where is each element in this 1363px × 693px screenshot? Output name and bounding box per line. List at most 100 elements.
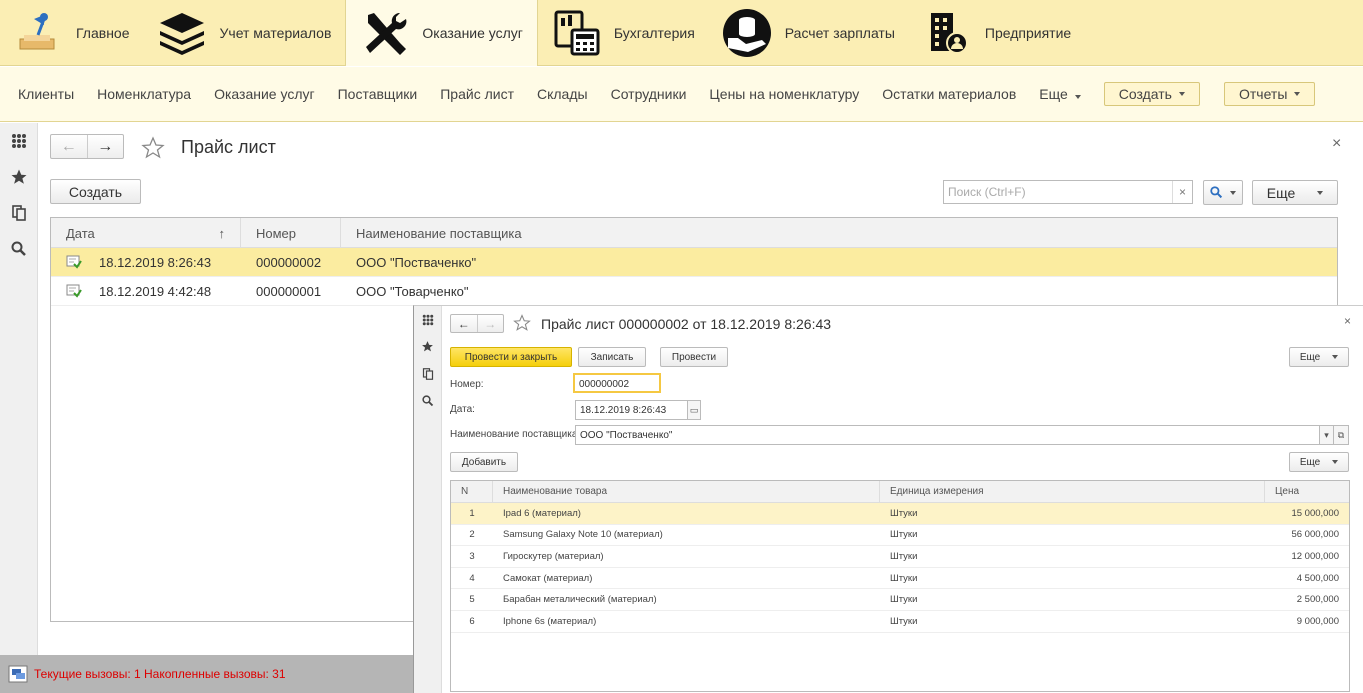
func-more-menu[interactable]: Еще: [1039, 86, 1081, 102]
table-row[interactable]: 4 Самокат (материал) Штуки 4 500,000: [451, 568, 1349, 590]
func-link-employees[interactable]: Сотрудники: [611, 86, 687, 102]
cell-n: 5: [469, 594, 475, 606]
column-header-price[interactable]: Цена: [1265, 481, 1349, 502]
status-text: Текущие вызовы: 1 Накопленные вызовы: 31: [34, 667, 286, 681]
cell-name: Гироскутер (материал): [503, 550, 604, 562]
document-tools-strip: [414, 306, 442, 693]
favorites-star-icon[interactable]: [0, 159, 37, 195]
row-number: 000000001: [256, 283, 322, 299]
section-label: Предприятие: [984, 25, 1072, 41]
table-row[interactable]: 18.12.2019 4:42:48 000000001 ООО "Товарч…: [51, 277, 1337, 306]
close-icon[interactable]: ×: [1344, 314, 1351, 328]
column-header-name[interactable]: Наименование товара: [493, 481, 880, 502]
forward-arrow-icon[interactable]: →: [476, 315, 504, 332]
number-label: Номер:: [450, 379, 484, 390]
back-arrow-icon[interactable]: ←: [451, 315, 477, 332]
search-icon[interactable]: [414, 387, 441, 414]
column-header-supplier[interactable]: Наименование поставщика: [341, 218, 1337, 247]
section-label: Учет материалов: [219, 25, 332, 41]
goods-table: N Наименование товара Единица измерения …: [450, 480, 1350, 692]
search-icon[interactable]: [0, 231, 37, 267]
save-button[interactable]: Записать: [578, 347, 646, 367]
open-link-icon[interactable]: ⧉: [1333, 425, 1349, 445]
cell-n: 3: [469, 550, 475, 562]
post-and-close-button[interactable]: Провести и закрыть: [450, 347, 572, 367]
section-payroll[interactable]: Расчет зарплаты: [709, 0, 909, 66]
create-button[interactable]: Создать: [50, 179, 141, 204]
section-enterprise[interactable]: Предприятие: [909, 0, 1085, 66]
chevron-down-icon: [1317, 190, 1324, 195]
posted-document-icon: [66, 284, 82, 298]
supplier-field[interactable]: ООО "Постваченко": [575, 425, 1320, 445]
chevron-down-icon: [1294, 92, 1301, 96]
date-field[interactable]: 18.12.2019 8:26:43: [575, 400, 688, 420]
func-create-button[interactable]: Создать: [1103, 82, 1200, 106]
table-more-button[interactable]: Еще: [1289, 452, 1349, 472]
column-label: Дата: [66, 226, 95, 241]
search-input[interactable]: Поиск (Ctrl+F) ×: [943, 180, 1193, 204]
func-link-warehouses[interactable]: Склады: [537, 86, 588, 102]
post-button[interactable]: Провести: [660, 347, 728, 367]
func-link-prices[interactable]: Цены на номенклатуру: [709, 86, 859, 102]
number-field[interactable]: 000000002: [573, 373, 661, 393]
favorites-star-icon[interactable]: [414, 333, 441, 360]
cell-n: 4: [469, 572, 475, 584]
column-header-number[interactable]: Номер: [241, 218, 341, 247]
func-link-services[interactable]: Оказание услуг: [214, 86, 315, 102]
table-row[interactable]: 1 Ipad 6 (материал) Штуки 15 000,000: [451, 503, 1349, 525]
column-header-unit[interactable]: Единица измерения: [880, 481, 1265, 502]
back-arrow-icon[interactable]: ←: [51, 135, 88, 158]
section-services[interactable]: Оказание услуг: [345, 0, 538, 66]
table-row[interactable]: 18.12.2019 8:26:43 000000002 ООО "Поства…: [51, 248, 1337, 277]
history-copy-icon[interactable]: [0, 195, 37, 231]
more-button[interactable]: Еще: [1252, 180, 1338, 205]
sections-panel: Главное Учет материалов Оказание услуг Б…: [0, 0, 1363, 66]
func-link-clients[interactable]: Клиенты: [18, 86, 74, 102]
table-row[interactable]: 2 Samsung Galaxy Note 10 (материал) Штук…: [451, 525, 1349, 547]
func-reports-button[interactable]: Отчеты: [1223, 82, 1316, 106]
accounting-calculator-icon: [550, 7, 602, 59]
apps-grid-icon[interactable]: [414, 306, 441, 333]
table-row[interactable]: 5 Барабан металический (материал) Штуки …: [451, 589, 1349, 611]
cell-unit: Штуки: [890, 594, 918, 606]
history-copy-icon[interactable]: [414, 360, 441, 387]
more-label: Еще: [1266, 184, 1296, 201]
table-row[interactable]: 6 Iphone 6s (материал) Штуки 9 000,000: [451, 611, 1349, 633]
nav-buttons: ← →: [50, 134, 124, 159]
search-options-button[interactable]: [1203, 180, 1243, 205]
status-bar: Текущие вызовы: 1 Накопленные вызовы: 31: [0, 655, 413, 693]
cell-price: 2 500,000: [1296, 594, 1339, 606]
cell-price: 12 000,000: [1291, 550, 1339, 562]
chevron-down-icon: [1074, 95, 1081, 99]
func-link-price-list[interactable]: Прайс лист: [440, 86, 514, 102]
select-dots-icon[interactable]: ▾: [1319, 425, 1334, 445]
doc-more-button[interactable]: Еще: [1289, 347, 1349, 367]
add-row-button[interactable]: Добавить: [450, 452, 518, 472]
calendar-icon[interactable]: ▭: [687, 400, 701, 420]
cell-name: Iphone 6s (материал): [503, 615, 597, 627]
forward-arrow-icon[interactable]: →: [88, 135, 124, 158]
func-link-nomenclature[interactable]: Номенклатура: [97, 86, 191, 102]
server-calls-icon[interactable]: [8, 665, 28, 683]
posted-document-icon: [66, 255, 82, 269]
row-date: 18.12.2019 4:42:48: [99, 283, 212, 299]
cell-n: 6: [469, 615, 475, 627]
column-header-date[interactable]: Дата ↑: [51, 218, 241, 247]
column-header-n[interactable]: N: [451, 481, 493, 502]
section-accounting[interactable]: Бухгалтерия: [538, 0, 709, 66]
favorite-star-icon[interactable]: [141, 136, 165, 163]
section-main[interactable]: Главное: [0, 0, 144, 66]
func-link-suppliers[interactable]: Поставщики: [338, 86, 418, 102]
favorite-star-icon[interactable]: [513, 314, 531, 335]
section-materials[interactable]: Учет материалов: [144, 0, 346, 66]
apps-grid-icon[interactable]: [0, 123, 37, 159]
section-label: Главное: [76, 25, 130, 41]
cell-price: 15 000,000: [1291, 507, 1339, 519]
cell-name: Ipad 6 (материал): [503, 507, 581, 519]
func-link-stock[interactable]: Остатки материалов: [882, 86, 1016, 102]
clear-icon[interactable]: ×: [1172, 181, 1192, 203]
more-label: Еще: [1299, 351, 1321, 363]
table-row[interactable]: 3 Гироскутер (материал) Штуки 12 000,000: [451, 546, 1349, 568]
close-icon[interactable]: ×: [1332, 135, 1341, 153]
table-header: Дата ↑ Номер Наименование поставщика: [51, 218, 1337, 248]
